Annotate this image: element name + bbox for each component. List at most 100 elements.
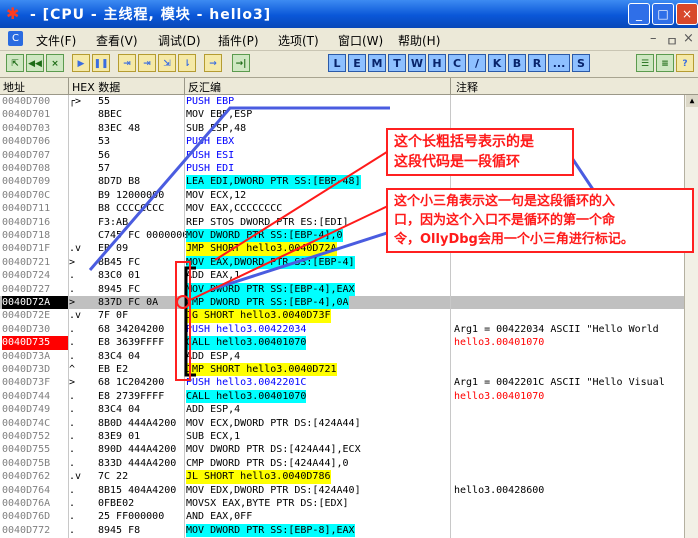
references-button[interactable]: R	[528, 54, 546, 72]
options-icon[interactable]: ≡	[656, 54, 674, 72]
column-hex[interactable]: HEX 数据	[72, 79, 120, 95]
table-row[interactable]: 0040D762 .v 7C 22 JL SHORT hello3.0040D786	[0, 470, 684, 484]
row-address: 0040D772	[2, 524, 51, 536]
column-header: 地址 HEX 数据 反汇编 注释	[0, 78, 698, 95]
step-over-icon[interactable]: ⇥	[138, 54, 156, 72]
table-row[interactable]: 0040D708 57 PUSH EDI	[0, 162, 684, 175]
table-row[interactable]: 0040D724. 83C0 01 ADD EAX,1	[0, 269, 684, 282]
vertical-scrollbar[interactable]: ▲	[684, 95, 698, 538]
row-jump-marker: .v	[69, 310, 82, 322]
row-disasm: JL SHORT hello3.0040D786	[186, 470, 331, 484]
table-row[interactable]: 0040D727. 8945 FC MOV DWORD PTR SS:[EBP-4]…	[0, 282, 684, 296]
menu-help[interactable]: 帮助(H)	[398, 32, 440, 49]
table-row[interactable]: 0040D707 56 PUSH ESI	[0, 149, 684, 162]
table-row[interactable]: 0040D706 53 PUSH EBX	[0, 135, 684, 148]
pause-icon[interactable]: ❚❚	[92, 54, 110, 72]
table-row[interactable]: 0040D772. 8945 F8 MOV DWORD PTR SS:[EBP-8]…	[0, 523, 684, 538]
trace-over-icon[interactable]: ⇂	[178, 54, 196, 72]
execute-till-return-icon[interactable]: →	[204, 54, 222, 72]
mdi-close-button[interactable]: ×	[683, 31, 694, 46]
row-jump-marker: .	[69, 444, 76, 456]
trace-into-icon[interactable]: ⇲	[158, 54, 176, 72]
table-row[interactable]: 0040D76A. 0FBE02 MOVSX EAX,BYTE PTR DS:[ED…	[0, 497, 684, 510]
table-row[interactable]: 0040D709 8D7D B8 LEA EDI,DWORD PTR SS:[EBP…	[0, 175, 684, 189]
menu-file[interactable]: 文件(F)	[36, 32, 76, 49]
rewind-icon[interactable]: ◀◀	[26, 54, 44, 72]
table-row[interactable]: 0040D75B. 833D 444A4200 CMP DWORD PTR DS:[…	[0, 457, 684, 470]
row-hex: 25 FF000000	[98, 511, 165, 523]
table-row[interactable]: 0040D73A. 83C4 04 ADD ESP,4	[0, 350, 684, 363]
breakpoints-button[interactable]: B	[508, 54, 526, 72]
table-row[interactable]: 0040D730. 68 34204200 PUSH hello3.00422034…	[0, 323, 684, 336]
loop-bracket-annotation-line1: 这个长粗括号表示的是	[394, 134, 534, 150]
menu-debug[interactable]: 调试(D)	[158, 32, 201, 49]
table-row[interactable]: 0040D764. 8B15 404A4200 MOV EDX,DWORD PTR …	[0, 484, 684, 497]
row-comment-text: hello3.00428600	[454, 484, 545, 496]
call-stack-button[interactable]: K	[488, 54, 506, 72]
row-instruction: LEA EDI,DWORD PTR SS:[EBP-48]	[186, 175, 361, 189]
row-comment-text: Arg1 = 00422034 ASCII "Hello World	[454, 323, 659, 335]
table-row[interactable]: 0040D735. E8 3639FFFF CALL hello3.00401070…	[0, 336, 684, 350]
row-comment: hello3.00401070	[454, 336, 544, 349]
log-window-button[interactable]: L	[328, 54, 346, 72]
minimize-button[interactable]: _	[628, 3, 650, 25]
goto-icon[interactable]: →|	[232, 54, 250, 72]
table-row[interactable]: 0040D73F >68 1C204200 PUSH hello3.0042201C…	[0, 376, 684, 389]
table-row[interactable]: 0040D72A >837D FC 0A CMP DWORD PTR SS:[EBP…	[0, 296, 684, 310]
threads-button[interactable]: T	[388, 54, 406, 72]
table-row[interactable]: 0040D76D. 25 FF000000 AND EAX,0FF	[0, 510, 684, 523]
row-address: 0040D755	[2, 444, 51, 456]
row-instruction: MOV EAX,CCCCCCCC	[186, 203, 283, 215]
row-jump-marker: .	[69, 417, 76, 429]
table-row[interactable]: 0040D749. 83C4 04 ADD ESP,4	[0, 403, 684, 416]
row-hex: E8 2739FFFF	[98, 390, 165, 402]
table-row[interactable]: 0040D744. E8 2739FFFF CALL hello3.00401070…	[0, 389, 684, 404]
table-row[interactable]: 0040D72E .v 7F 0F JG SHORT hello3.0040D73F	[0, 309, 684, 323]
close-button[interactable]: ×	[676, 3, 698, 25]
maximize-button[interactable]: □	[652, 3, 674, 25]
run-icon[interactable]: ▶	[72, 54, 90, 72]
table-row[interactable]: 0040D701 8BEC MOV EBP,ESP	[0, 108, 684, 121]
row-address: 0040D749	[2, 404, 51, 416]
source-button[interactable]: S	[572, 54, 590, 72]
handles-button[interactable]: H	[428, 54, 446, 72]
row-instruction: MOV DWORD PTR SS:[EBP-8],EAX	[186, 523, 355, 538]
menu-options[interactable]: 选项(T)	[278, 32, 319, 49]
windows-button[interactable]: W	[408, 54, 426, 72]
list-icon[interactable]: ☰	[636, 54, 654, 72]
scroll-up-arrow-icon[interactable]: ▲	[686, 95, 698, 107]
mdi-restore-button[interactable]: ㅁ	[666, 31, 678, 50]
column-comment[interactable]: 注释	[456, 79, 478, 95]
menu-plugins[interactable]: 插件(P)	[218, 32, 259, 49]
table-row[interactable]: 0040D755. 890D 444A4200 MOV DWORD PTR DS:[…	[0, 443, 684, 456]
cpu-button[interactable]: C	[448, 54, 466, 72]
help-icon[interactable]: ?	[676, 54, 694, 72]
step-into-icon[interactable]: ⇥	[118, 54, 136, 72]
memory-button[interactable]: M	[368, 54, 386, 72]
table-row[interactable]: 0040D703 83EC 48 SUB ESP,48	[0, 122, 684, 135]
cpu-window-icon[interactable]: C	[8, 31, 23, 46]
menu-window[interactable]: 窗口(W)	[338, 32, 383, 49]
table-row[interactable]: 0040D73D ^ EB E2 JMP SHORT hello3.0040D721	[0, 363, 684, 377]
menu-view[interactable]: 查看(V)	[96, 32, 138, 49]
mdi-minimize-button[interactable]: –	[650, 31, 657, 46]
open-icon[interactable]: ⇱	[6, 54, 24, 72]
row-instruction: MOV ECX,DWORD PTR DS:[424A44]	[186, 417, 361, 429]
table-row[interactable]: 0040D752. 83E9 01 SUB ECX,1	[0, 430, 684, 443]
row-address: 0040D76A	[2, 498, 51, 509]
row-jump-marker: .	[69, 323, 76, 335]
row-address: 0040D700	[2, 96, 51, 107]
patches-button[interactable]: /	[468, 54, 486, 72]
table-row[interactable]: 0040D700 ┌> 55 PUSH EBP	[0, 95, 684, 108]
table-row[interactable]: 0040D74C. 8B0D 444A4200 MOV ECX,DWORD PTR …	[0, 417, 684, 430]
modules-button[interactable]: E	[348, 54, 366, 72]
column-disasm[interactable]: 反汇编	[188, 79, 221, 95]
disassembly-listing[interactable]: 0040D700 ┌> 55 PUSH EBP 0040D701 8BEC MOV EBP,…	[0, 95, 684, 538]
run-trace-button[interactable]: ...	[548, 54, 570, 72]
row-comment-text: hello3.00401070	[454, 390, 545, 402]
table-row[interactable]: 0040D721 >8B45 FC MOV EAX,DWORD PTR SS:[EB…	[0, 255, 684, 270]
row-jump-marker: .	[69, 404, 76, 416]
close-program-icon[interactable]: ×	[46, 54, 64, 72]
row-instruction: REP STOS DWORD PTR ES:[EDI]	[186, 216, 349, 228]
column-address[interactable]: 地址	[3, 79, 25, 95]
